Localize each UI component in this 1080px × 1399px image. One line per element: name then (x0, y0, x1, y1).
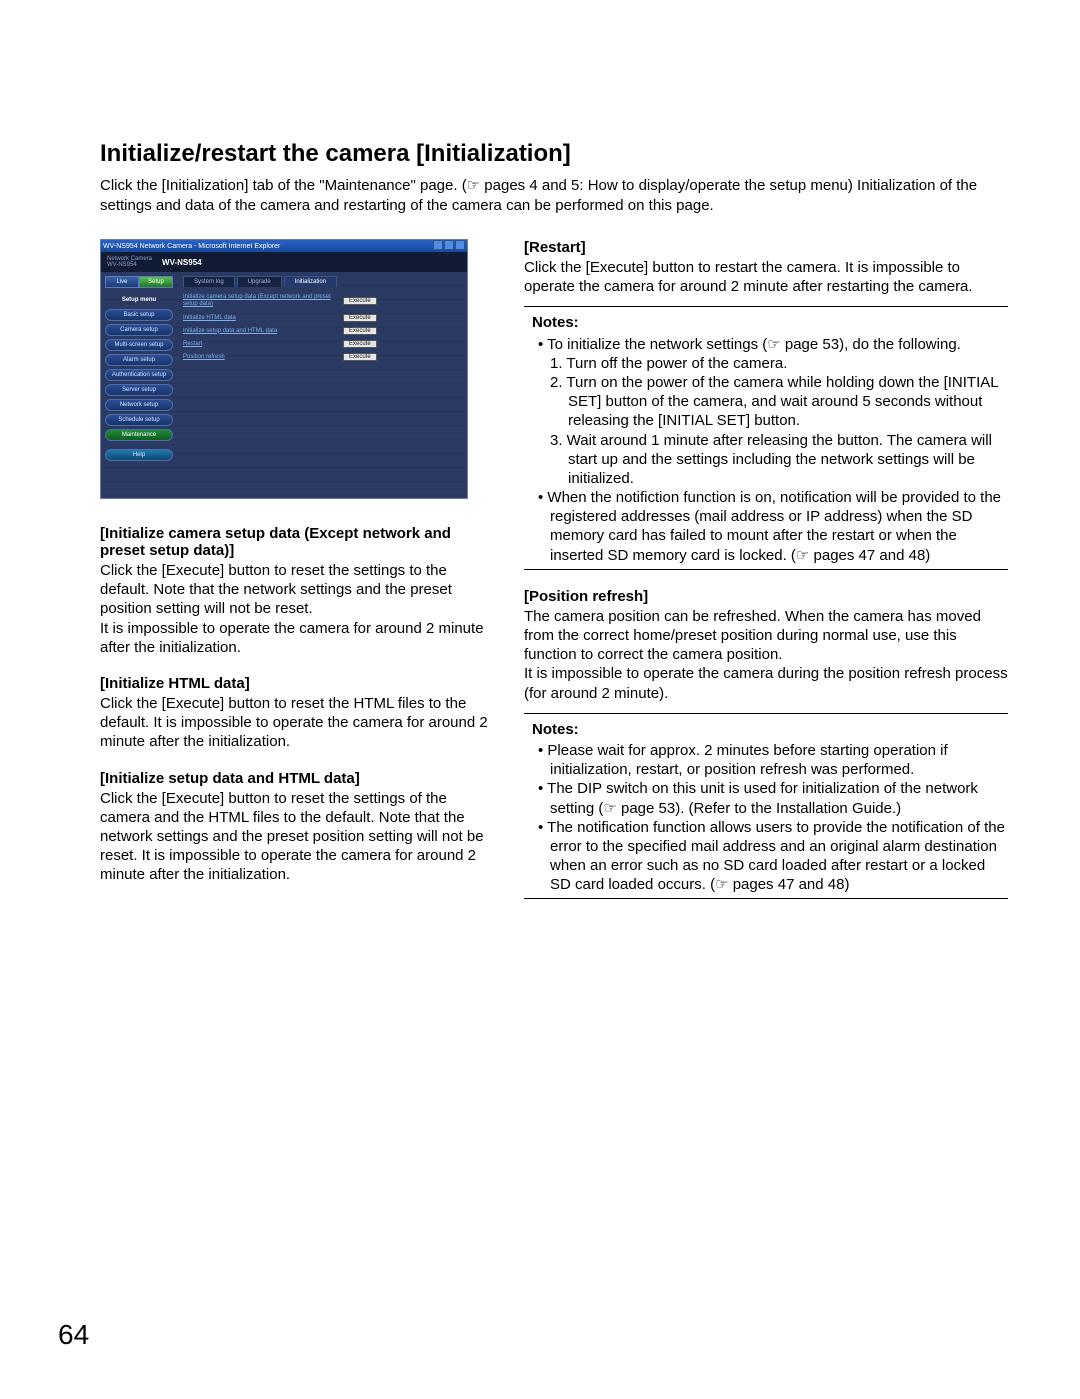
tab-upgrade[interactable]: Upgrade (237, 276, 282, 287)
section-init-setup-title: [Initialize camera setup data (Except ne… (100, 525, 490, 559)
section-position-body2: It is impossible to operate the camera d… (524, 664, 1008, 702)
notes-box-2: Notes: Please wait for approx. 2 minutes… (524, 713, 1008, 900)
sidebar-item-multi[interactable]: Multi-screen setup (105, 339, 173, 351)
sidebar-item-camera[interactable]: Camera setup (105, 324, 173, 336)
model-big: WV-NS954 (162, 258, 202, 267)
sidebar-item-network[interactable]: Network setup (105, 399, 173, 411)
sidebar-item-alarm[interactable]: Alarm setup (105, 354, 173, 366)
notes1-step-1: 1. Turn off the power of the camera. (524, 354, 1008, 373)
section-position-body1: The camera position can be refreshed. Wh… (524, 607, 1008, 665)
notes1-step-2: 2. Turn on the power of the camera while… (524, 373, 1008, 431)
sidebar-item-basic[interactable]: Basic setup (105, 309, 173, 321)
window-buttons (432, 240, 465, 252)
notes2-bullet-2: The DIP switch on this unit is used for … (524, 779, 1008, 817)
section-restart-body: Click the [Execute] button to restart th… (524, 258, 1008, 296)
execute-button-1[interactable]: Execute (343, 297, 377, 305)
execute-button-2[interactable]: Execute (343, 314, 377, 322)
sidebar-item-auth[interactable]: Authentication setup (105, 369, 173, 381)
section-init-both-body: Click the [Execute] button to reset the … (100, 789, 490, 885)
section-init-html-title: [Initialize HTML data] (100, 675, 490, 692)
notes1-bullet-2: When the notifiction function is on, not… (524, 488, 1008, 565)
sidebar-item-help[interactable]: Help (105, 449, 173, 461)
section-position-title: [Position refresh] (524, 588, 1008, 605)
row-label-restart[interactable]: Restart (183, 341, 343, 347)
notes-box-1: Notes: To initialize the network setting… (524, 306, 1008, 569)
execute-button-5[interactable]: Execute (343, 353, 377, 361)
notes1-step-3: 3. Wait around 1 minute after releasing … (524, 431, 1008, 489)
intro-text: Click the [Initialization] tab of the "M… (100, 176, 1008, 215)
page-number: 64 (58, 1319, 89, 1351)
execute-button-4[interactable]: Execute (343, 340, 377, 348)
sidebar-item-maintenance[interactable]: Maintenance (105, 429, 173, 441)
row-label-init-both[interactable]: Initialize setup data and HTML data (183, 328, 343, 334)
tab-systemlog[interactable]: System log (183, 276, 235, 287)
notes1-bullet-1: To initialize the network settings (☞ pa… (524, 335, 1008, 354)
window-title: WV-NS954 Network Camera - Microsoft Inte… (103, 243, 280, 250)
sidebar-item-server[interactable]: Server setup (105, 384, 173, 396)
row-label-position[interactable]: Position refresh (183, 354, 343, 360)
sidebar-item-schedule[interactable]: Schedule setup (105, 414, 173, 426)
execute-button-3[interactable]: Execute (343, 327, 377, 335)
section-init-both-title: [Initialize setup data and HTML data] (100, 770, 490, 787)
notes-heading-1: Notes: (532, 313, 1008, 332)
notes-heading-2: Notes: (532, 720, 1008, 739)
sidebar-heading: Setup menu (105, 294, 173, 306)
section-init-setup-body2: It is impossible to operate the camera f… (100, 619, 490, 657)
row-label-init-html[interactable]: Initialize HTML data (183, 315, 343, 321)
notes2-bullet-1: Please wait for approx. 2 minutes before… (524, 741, 1008, 779)
tab-initialization[interactable]: Initialization (284, 276, 337, 287)
section-restart-title: [Restart] (524, 239, 1008, 256)
embedded-screenshot: WV-NS954 Network Camera - Microsoft Inte… (100, 239, 468, 499)
row-label-init-setup[interactable]: Initialize camera setup data (Except net… (183, 294, 343, 307)
section-init-setup-body1: Click the [Execute] button to reset the … (100, 561, 490, 619)
live-tab[interactable]: Live (105, 276, 139, 288)
section-init-html-body: Click the [Execute] button to reset the … (100, 694, 490, 752)
notes2-bullet-3: The notification function allows users t… (524, 818, 1008, 895)
setup-tab[interactable]: Setup (139, 276, 173, 288)
brand-model: WV-NS954 (107, 262, 152, 268)
page-title: Initialize/restart the camera [Initializ… (100, 140, 1008, 168)
